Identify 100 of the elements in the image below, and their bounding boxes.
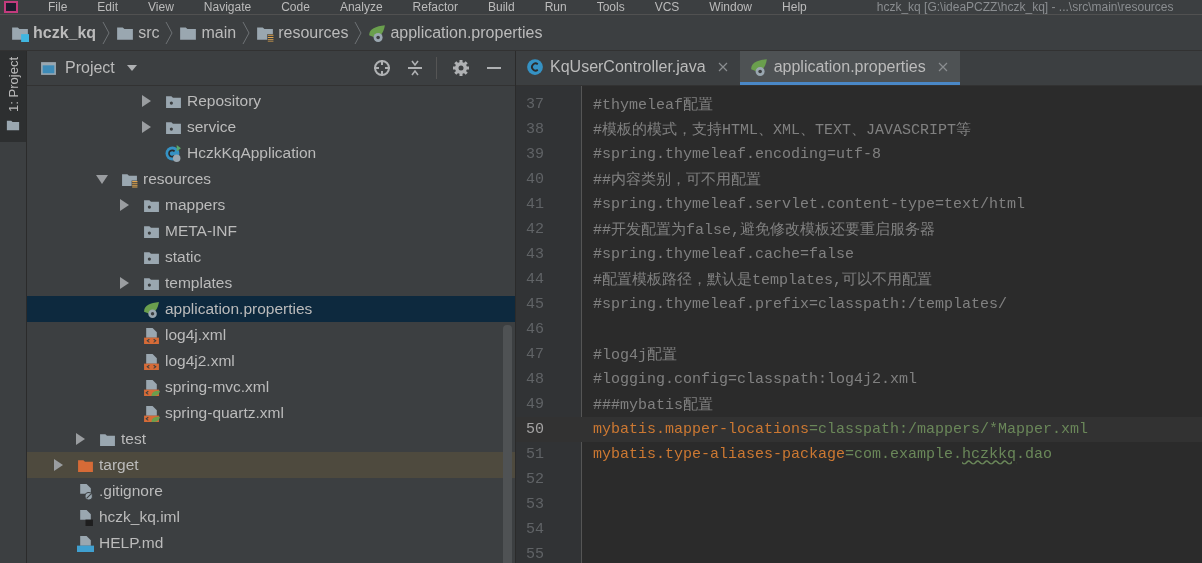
tree-item-label: resources [143, 170, 212, 188]
expand-arrow-icon[interactable] [118, 277, 130, 289]
code-line: #spring.thymeleaf.prefix=classpath:/templates/ [593, 296, 1008, 313]
menu-item[interactable]: Tools [596, 0, 625, 14]
leaf-gear-icon [749, 57, 768, 76]
tree-row[interactable]: static [27, 244, 515, 270]
editor-tab[interactable]: KqUserController.java [516, 51, 740, 85]
tree-item-label: spring-mvc.xml [165, 378, 270, 396]
xml-file-icon [143, 352, 160, 370]
menu-item[interactable]: Build [487, 0, 515, 14]
chevron-icon [354, 20, 363, 45]
tree-item-label: hczk_kq.iml [99, 508, 180, 526]
breadcrumb[interactable]: resources [256, 23, 349, 42]
tree-row[interactable]: service [27, 114, 515, 140]
tree-row[interactable]: Repository [27, 88, 515, 114]
close-icon[interactable] [937, 61, 948, 72]
tree-item-label: HELP.md [99, 534, 164, 552]
menu-item[interactable]: Navigate [203, 0, 252, 14]
code-line: ##开发配置为false,避免修改模板还要重启服务器 [593, 220, 935, 239]
menu-item[interactable]: Run [544, 0, 567, 14]
code-line: ###mybatis配置 [593, 396, 713, 414]
close-icon[interactable] [717, 61, 728, 72]
breadcrumb[interactable]: main [179, 23, 237, 42]
chevron-icon [242, 20, 251, 45]
tree-item-label: log4j2.xml [165, 352, 235, 370]
xml-file-icon [143, 378, 160, 396]
tree-row[interactable]: test [27, 426, 515, 452]
window-icon [40, 59, 57, 77]
collapse-all-icon[interactable] [406, 59, 424, 77]
leaf-gear-icon [368, 23, 387, 42]
settings-icon[interactable] [452, 59, 470, 77]
expand-arrow-icon[interactable] [74, 433, 86, 445]
class-icon [165, 144, 182, 162]
view-dropdown[interactable]: Project [40, 59, 137, 77]
tree-row[interactable]: spring-mvc.xml [27, 374, 515, 400]
tree-row[interactable]: resources [27, 166, 515, 192]
ignored-file-icon [77, 482, 94, 500]
tree-row[interactable]: templates [27, 270, 515, 296]
tree-item-label: service [187, 118, 237, 136]
tree-item-label: target [99, 456, 139, 474]
code-line: ##内容类别，可不用配置 [593, 170, 761, 189]
expand-arrow-icon[interactable] [96, 173, 108, 185]
code-line: #spring.thymeleaf.servlet.content-type=text/html [593, 196, 1026, 213]
tree-row[interactable]: application.properties [27, 296, 515, 322]
xml-file-icon [143, 404, 160, 422]
menu-item[interactable]: Help [782, 0, 807, 14]
tree-item-label: Repository [187, 92, 262, 110]
code-line: #spring.thymeleaf.encoding=utf-8 [593, 146, 882, 163]
menu-item[interactable]: Edit [97, 0, 119, 14]
tree-row[interactable]: HczkKqApplication [27, 140, 515, 166]
breadcrumb[interactable]: src [116, 23, 160, 42]
class-icon [526, 57, 544, 76]
expand-arrow-icon[interactable] [118, 199, 130, 211]
expand-arrow-icon[interactable] [140, 121, 152, 133]
menu-item[interactable]: View [148, 0, 174, 14]
tree-row[interactable]: target [27, 452, 515, 478]
app-logo-icon [4, 1, 18, 13]
code-line: #spring.thymeleaf.cache=false [593, 246, 855, 263]
menu-item[interactable]: Analyze [339, 0, 383, 14]
editor-tab[interactable]: application.properties [739, 51, 960, 85]
tree-item-label: mappers [165, 196, 226, 214]
expand-arrow-icon[interactable] [140, 95, 152, 107]
crosshair-icon[interactable] [373, 59, 391, 77]
code-line: mybatis.mapper-locations=classpath:/mappers/*Mapper.xml [593, 421, 1089, 438]
tree-item-label: test [121, 430, 146, 448]
code-line: #配置模板路径，默认是templates,可以不用配置 [593, 270, 933, 289]
tree-row[interactable]: log4j.xml [27, 322, 515, 348]
chevron-icon [165, 20, 174, 45]
tree-item-label: META-INF [165, 222, 238, 240]
code-line: #模板的模式，支持HTML、XML、TEXT、JAVASCRIPT等 [593, 120, 972, 139]
breadcrumb[interactable]: hczk_kq [11, 23, 97, 42]
tool-window-tab[interactable]: 1: Project [0, 51, 26, 142]
tree-row[interactable]: .gitignore [27, 478, 515, 504]
menu-item[interactable]: VCS [654, 0, 680, 14]
code-line: #log4j配置 [593, 346, 677, 364]
line-number: 50 [525, 421, 544, 438]
tree-row[interactable]: spring-quartz.xml [27, 400, 515, 426]
caret-icon [126, 65, 137, 71]
leaf-gear-icon [143, 300, 160, 318]
menu-item[interactable]: Code [281, 0, 310, 14]
tree-row[interactable]: mappers [27, 192, 515, 218]
tree-row[interactable]: hczk_kq.iml [27, 504, 515, 530]
tree-item-label: templates [165, 274, 233, 292]
code-line: mybatis.type-aliases-package=com.example.hczkkq.dao [593, 446, 1053, 463]
expand-arrow-icon[interactable] [52, 459, 64, 471]
markdown-file-icon [77, 534, 94, 552]
menu-item[interactable]: File [48, 0, 68, 14]
menu-item[interactable]: Refactor [412, 0, 458, 14]
module-file-icon [77, 508, 94, 526]
tree-item-label: application.properties [165, 300, 313, 318]
tree-row[interactable]: META-INF [27, 218, 515, 244]
code-line: #logging.config=classpath:log4j2.xml [593, 371, 918, 388]
menu-item[interactable]: Window [709, 0, 753, 14]
code-line: #thymeleaf配置 [593, 96, 713, 114]
tree-item-label: HczkKqApplication [187, 144, 317, 162]
tree-row[interactable]: HELP.md [27, 530, 515, 556]
xml-file-icon [143, 326, 160, 344]
breadcrumb[interactable]: application.properties [368, 23, 543, 42]
tree-row[interactable]: log4j2.xml [27, 348, 515, 374]
tree-item-label: .gitignore [99, 482, 163, 500]
